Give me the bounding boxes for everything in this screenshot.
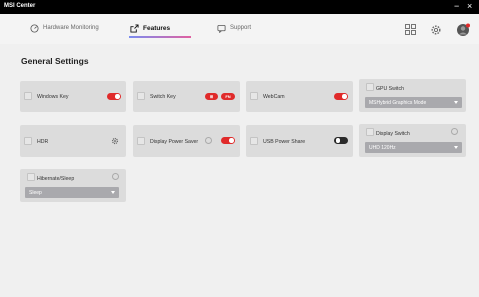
info-icon[interactable] <box>451 128 458 135</box>
usb-power-share-card: USB Power Share <box>246 125 353 157</box>
display-switch-label: Display Switch <box>376 131 410 137</box>
gear-icon[interactable] <box>111 137 119 145</box>
hibernate-sleep-label: Hibernate/Sleep <box>37 176 75 182</box>
display-power-saver-card: Display Power Saver <box>133 125 240 157</box>
title-bar: MSI Center − × <box>0 0 479 14</box>
switch-key-card: Switch Key ⊞ FN <box>133 81 240 112</box>
chevron-down-icon <box>454 146 458 149</box>
gauge-icon <box>30 23 39 33</box>
minimize-button[interactable]: − <box>454 2 459 11</box>
user-avatar-icon[interactable] <box>456 23 470 37</box>
display-switch-select[interactable]: UHD 120Hz <box>365 142 462 153</box>
info-icon[interactable] <box>112 173 119 180</box>
hibernate-sleep-icon <box>27 173 35 181</box>
info-icon[interactable] <box>205 137 212 144</box>
switch-key-icon <box>137 92 145 100</box>
hibernate-sleep-select[interactable]: Sleep <box>25 187 119 198</box>
hibernate-sleep-selected-value: Sleep <box>29 189 42 196</box>
windows-key-toggle[interactable] <box>107 93 121 100</box>
app-title: MSI Center <box>4 3 36 9</box>
switch-key-windows-option[interactable]: ⊞ <box>205 93 218 100</box>
active-tab-indicator <box>129 36 191 38</box>
webcam-toggle[interactable] <box>334 93 348 100</box>
hibernate-sleep-card: Hibernate/Sleep Sleep <box>20 169 126 202</box>
display-switch-card: Display Switch UHD 120Hz <box>359 124 466 157</box>
gpu-switch-select[interactable]: MSHybrid Graphics Mode <box>365 97 462 108</box>
usb-power-share-toggle[interactable] <box>334 137 348 144</box>
gpu-switch-card: GPU Switch MSHybrid Graphics Mode <box>359 79 466 112</box>
display-power-saver-toggle[interactable] <box>221 137 235 144</box>
grid-icon[interactable] <box>405 24 416 35</box>
display-switch-selected-value: UHD 120Hz <box>369 144 396 151</box>
hdr-icon <box>24 137 32 145</box>
webcam-label: WebCam <box>263 94 285 100</box>
gpu-switch-label: GPU Switch <box>376 86 404 92</box>
external-link-icon <box>130 23 139 33</box>
chevron-down-icon <box>111 191 115 194</box>
usb-power-share-icon <box>250 137 258 145</box>
tab-label: Hardware Monitoring <box>43 25 99 31</box>
tab-support[interactable]: Support <box>217 20 251 36</box>
switch-key-fn-option[interactable]: FN <box>221 93 235 100</box>
gear-icon[interactable] <box>430 24 442 36</box>
usb-power-share-label: USB Power Share <box>263 139 306 145</box>
tab-hardware-monitoring[interactable]: Hardware Monitoring <box>30 20 99 36</box>
windows-key-card: Windows Key <box>20 81 126 112</box>
chat-icon <box>217 24 226 33</box>
windows-key-icon <box>24 92 32 100</box>
page-title: General Settings <box>21 56 89 66</box>
windows-key-label: Windows Key <box>37 94 69 100</box>
switch-key-label: Switch Key <box>150 94 176 100</box>
tab-label: Features <box>143 24 171 32</box>
gpu-switch-icon <box>366 83 374 91</box>
display-switch-icon <box>366 128 374 136</box>
tab-features[interactable]: Features <box>130 20 170 36</box>
chevron-down-icon <box>454 101 458 104</box>
display-power-saver-icon <box>137 137 145 145</box>
webcam-icon <box>250 92 258 100</box>
hdr-label: HDR <box>37 139 49 145</box>
display-power-saver-label: Display Power Saver <box>150 139 199 145</box>
webcam-card: WebCam <box>246 81 353 112</box>
hdr-card: HDR <box>20 125 126 157</box>
tab-label: Support <box>230 25 252 31</box>
close-button[interactable]: × <box>467 2 472 11</box>
gpu-switch-selected-value: MSHybrid Graphics Mode <box>369 99 427 106</box>
